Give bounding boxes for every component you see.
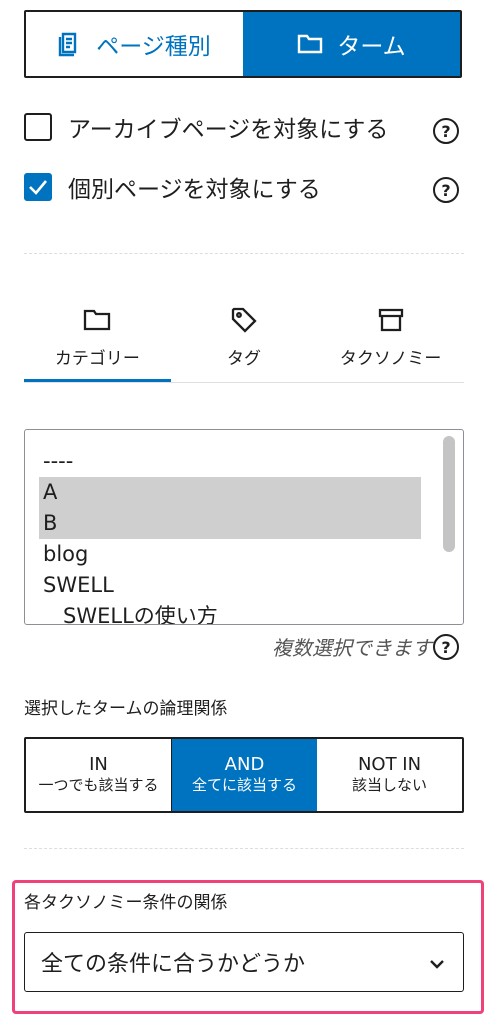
tab-taxonomy-label: タクソノミー <box>339 349 442 369</box>
taxonomy-relation-select[interactable]: 全ての条件に合うかどうか <box>24 932 464 992</box>
help-icon[interactable]: ? <box>433 634 459 660</box>
archive-page-checkbox[interactable] <box>24 113 52 141</box>
taxonomy-relation-label: 各タクソノミー条件の関係 <box>24 893 228 913</box>
archive-page-option: アーカイブページを対象にする <box>24 110 388 144</box>
archive-page-label: アーカイブページを対象にする <box>68 117 389 143</box>
document-icon <box>58 31 82 57</box>
logic-not-in-button[interactable]: NOT IN 該当しない <box>317 739 462 811</box>
scope-toggle: ページ種別 ターム <box>24 10 462 78</box>
logic-not-in-title: NOT IN <box>357 754 422 775</box>
term-label: ターム <box>337 34 406 60</box>
page-type-button[interactable]: ページ種別 <box>26 12 243 76</box>
archive-box-icon <box>377 304 405 336</box>
logic-in-title: IN <box>89 754 108 775</box>
folder-icon <box>297 33 323 55</box>
single-page-label: 個別ページを対象にする <box>68 177 321 203</box>
tab-tag-label: タグ <box>227 349 261 369</box>
list-item[interactable]: SWELLの使い方 <box>39 601 421 624</box>
chevron-down-icon <box>429 950 445 975</box>
logic-and-button[interactable]: AND 全てに該当する <box>171 739 317 811</box>
list-item[interactable]: ---- <box>39 446 421 477</box>
term-button[interactable]: ターム <box>243 12 460 76</box>
multi-select-hint: 複数選択できます <box>272 636 432 660</box>
logic-not-in-sub: 該当しない <box>351 776 427 794</box>
logic-and-sub: 全てに該当する <box>191 776 297 794</box>
list-item[interactable]: SWELL <box>39 570 421 601</box>
tab-tag[interactable]: タグ <box>171 300 318 382</box>
logic-in-sub: 一つでも該当する <box>38 776 159 794</box>
term-list: ---- A B blog SWELL SWELLの使い方 <box>25 446 463 624</box>
help-icon[interactable]: ? <box>433 118 459 144</box>
list-item[interactable]: A <box>39 477 421 508</box>
divider <box>24 848 464 849</box>
tab-taxonomy[interactable]: タクソノミー <box>317 300 464 382</box>
checkmark-icon <box>29 180 47 195</box>
folder-icon <box>83 304 111 336</box>
single-page-option: 個別ページを対象にする <box>24 170 321 204</box>
logic-in-button[interactable]: IN 一つでも該当する <box>26 739 171 811</box>
list-item[interactable]: B <box>39 508 421 539</box>
taxonomy-tabs: カテゴリー タグ タクソノミー <box>24 300 464 383</box>
help-icon[interactable]: ? <box>433 177 459 203</box>
divider <box>24 253 464 254</box>
logic-toggle: IN 一つでも該当する AND 全てに該当する NOT IN 該当しない <box>24 737 464 813</box>
list-item[interactable]: blog <box>39 539 421 570</box>
logic-label: 選択したタームの論理関係 <box>24 699 228 719</box>
taxonomy-relation-value: 全ての条件に合うかどうか <box>41 952 306 977</box>
term-listbox[interactable]: ---- A B blog SWELL SWELLの使い方 <box>24 429 464 625</box>
logic-and-title: AND <box>224 754 265 775</box>
page-type-label: ページ種別 <box>96 34 211 60</box>
scrollbar[interactable] <box>443 436 455 552</box>
single-page-checkbox[interactable] <box>24 173 52 201</box>
tag-icon <box>230 304 258 336</box>
tab-category[interactable]: カテゴリー <box>24 300 171 382</box>
tab-category-label: カテゴリー <box>54 349 140 369</box>
